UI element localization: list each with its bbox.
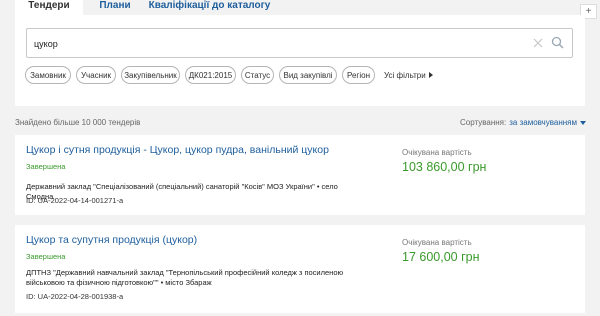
filter-procurement-type[interactable]: Вид закупівлі bbox=[279, 66, 337, 84]
tab-plans[interactable]: Плани bbox=[83, 0, 147, 15]
sort-label: Сортування: bbox=[459, 118, 507, 127]
all-filters-label: Усі фільтри bbox=[384, 70, 426, 80]
search-box bbox=[26, 28, 573, 58]
expected-value-label: Очікувана вартість bbox=[402, 238, 472, 247]
clear-icon[interactable] bbox=[532, 37, 544, 49]
filter-customer[interactable]: Замовник bbox=[25, 66, 71, 84]
filter-bar: Замовник Учасник Закупівельник ДК021:201… bbox=[25, 66, 433, 84]
expected-value-label: Очікувана вартість bbox=[402, 148, 472, 157]
tab-catalog-qualifications[interactable]: Кваліфікації до каталогу bbox=[147, 0, 272, 15]
expected-value: 17 600,00 грн bbox=[402, 250, 480, 264]
filter-region[interactable]: Регіон bbox=[342, 66, 375, 84]
tender-status: Завершена bbox=[26, 252, 66, 261]
chevron-down-icon[interactable] bbox=[580, 120, 586, 125]
filter-status[interactable]: Статус bbox=[241, 66, 274, 84]
tender-card: Цукор та супутня продукція (цукор) Завер… bbox=[15, 225, 585, 313]
caret-right-icon bbox=[428, 72, 433, 78]
tab-tenders[interactable]: Тендери bbox=[15, 0, 83, 15]
tab-bar: Тендери Плани Кваліфікації до каталогу bbox=[15, 0, 272, 15]
filter-purchaser[interactable]: Закупівельник bbox=[121, 66, 180, 84]
expected-value: 103 860,00 грн bbox=[402, 160, 487, 174]
search-input[interactable] bbox=[34, 36, 504, 51]
search-panel: Замовник Учасник Закупівельник ДК021:201… bbox=[15, 15, 585, 106]
tender-status: Завершена bbox=[26, 162, 66, 171]
all-filters-link[interactable]: Усі фільтри bbox=[384, 71, 433, 80]
tender-title[interactable]: Цукор і сутня продукція - Цукор, цукор п… bbox=[26, 144, 329, 156]
sort-control: Сортування: за замовчуванням bbox=[460, 118, 586, 127]
tender-title[interactable]: Цукор та супутня продукція (цукор) bbox=[26, 234, 197, 246]
filter-dk021[interactable]: ДК021:2015 bbox=[185, 66, 236, 84]
tender-id: ID: UA-2022-04-14-001271-a bbox=[26, 196, 124, 205]
results-count: Знайдено більше 10 000 тендерів bbox=[15, 118, 141, 127]
filter-participant[interactable]: Учасник bbox=[76, 66, 116, 84]
search-icon[interactable] bbox=[551, 36, 564, 49]
tender-id: ID: UA-2022-04-28-001938-a bbox=[26, 292, 124, 301]
tender-organization: ДПТНЗ "Державний навчальний заклад "Терн… bbox=[26, 268, 344, 287]
sort-dropdown[interactable]: за замовчуванням bbox=[509, 118, 577, 127]
tender-card: Цукор і сутня продукція - Цукор, цукор п… bbox=[15, 135, 585, 215]
